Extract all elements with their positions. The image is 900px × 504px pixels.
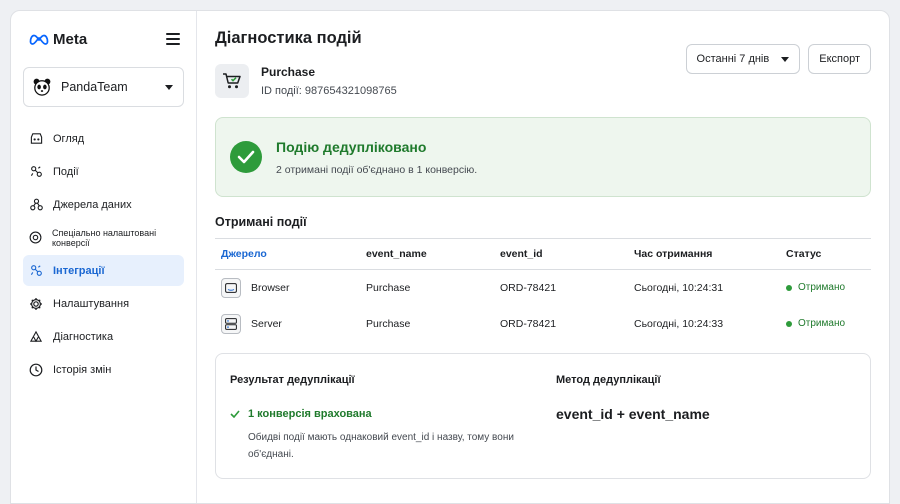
sidebar-item-label: Інтеграції (53, 264, 105, 277)
diagnostics-icon (29, 330, 43, 344)
event-name: Purchase (261, 65, 316, 79)
cell-source: Browser (215, 270, 360, 306)
event-id: ID події: 987654321098765 (261, 85, 397, 97)
cell-status: Отримано (780, 306, 871, 342)
received-events-table: Джерело event_name event_id Час отриманн… (215, 238, 871, 342)
server-icon (221, 313, 241, 334)
cell-event-name: Purchase (366, 317, 411, 330)
overview-icon (29, 132, 43, 146)
table-header-row: Джерело event_name event_id Час отриманн… (215, 238, 871, 270)
chevron-down-icon (781, 56, 790, 62)
success-subtitle: 2 отримані події об'єднано в 1 конверсію… (276, 163, 478, 176)
meta-infinity-icon (29, 34, 49, 45)
check-icon (230, 409, 240, 418)
events-icon (29, 165, 43, 179)
cell-event-name: Purchase (366, 281, 411, 294)
cell-event-id: ORD-78421 (500, 317, 557, 330)
sidebar-item-label: Огляд (53, 132, 85, 145)
dedup-result-description: Обидві події мають однаковий event_id і … (248, 431, 514, 460)
sidebar-item-label: Історія змін (53, 363, 112, 376)
logo-text: Meta (53, 30, 88, 48)
dedup-result-label: Результат дедуплікації (230, 373, 355, 386)
cart-icon (215, 64, 249, 98)
date-range-select[interactable]: Останні 7 днів (685, 44, 801, 74)
dedup-method-section: Метод дедуплікації event_id + event_name (556, 374, 710, 422)
sidebar-item-settings[interactable]: Налаштування (23, 288, 184, 319)
source-label: Browser (251, 281, 290, 294)
date-range-label: Останні 7 днів (696, 53, 770, 65)
sidebar-item-overview[interactable]: Огляд (23, 123, 184, 154)
custom-conversions-icon (29, 231, 42, 245)
cell-time: Сьогодні, 10:24:31 (634, 281, 724, 294)
dedup-result-card: Результат дедуплікації 1 конверсія врахо… (215, 352, 871, 479)
dedup-result-section: Результат дедуплікації 1 конверсія врахо… (230, 374, 528, 463)
column-header-event-name: event_name (360, 238, 494, 270)
cell-source: Server (215, 306, 360, 342)
event-meta: Purchase ID події: 987654321098765 (261, 65, 397, 97)
app-window: Meta PandaTeam Огляд Події Джерела даних… (10, 10, 890, 504)
data-sources-icon (29, 198, 43, 212)
header-controls: Останні 7 днів Експорт (685, 44, 871, 74)
status-dot-icon (786, 284, 792, 291)
dedup-success-banner: Подію дедупліковано 2 отримані події об'… (215, 117, 871, 197)
cell-event-id: ORD-78421 (500, 281, 557, 294)
cell-time: Сьогодні, 10:24:33 (634, 317, 724, 330)
dedup-method-value: event_id + event_name (556, 405, 710, 422)
menu-icon[interactable] (166, 33, 180, 45)
source-label: Server (251, 317, 282, 330)
sidebar-item-label: Спеціально налаштовані конверсії (52, 227, 157, 248)
history-icon (29, 363, 43, 377)
sidebar-item-label: Налаштування (53, 297, 130, 310)
gear-icon (29, 297, 43, 311)
logo-row: Meta (23, 29, 184, 49)
chevron-down-icon (165, 84, 173, 90)
sidebar-item-diagnostics[interactable]: Діагностика (23, 321, 184, 352)
column-header-time: Час отримання (628, 238, 780, 270)
received-events-title: Отримані події (215, 215, 307, 229)
integrations-icon (29, 264, 43, 278)
account-name: PandaTeam (61, 80, 128, 94)
conversion-counted-text: 1 конверсія врахована (248, 407, 372, 420)
success-title: Подію дедупліковано (276, 138, 427, 155)
sidebar-item-history[interactable]: Історія змін (23, 354, 184, 385)
cell-status: Отримано (780, 270, 871, 306)
column-header-event-id: event_id (494, 238, 628, 270)
panda-avatar-icon (33, 78, 51, 96)
sidebar-item-integrations[interactable]: Інтеграції (23, 255, 184, 286)
table-row: Browser Purchase ORD-78421 Сьогодні, 10:… (215, 270, 871, 306)
sidebar-item-data-sources[interactable]: Джерела даних (23, 189, 184, 220)
sidebar-item-custom-conversions[interactable]: Спеціально налаштовані конверсії (23, 222, 184, 253)
sidebar: Meta PandaTeam Огляд Події Джерела даних… (11, 11, 197, 503)
sidebar-item-label: Діагностика (53, 330, 114, 343)
status-badge: Отримано (798, 282, 846, 294)
browser-icon (221, 277, 241, 298)
account-selector[interactable]: PandaTeam (23, 67, 184, 107)
sidebar-item-label: Джерела даних (53, 198, 132, 211)
status-badge: Отримано (798, 318, 846, 329)
export-button[interactable]: Експорт (808, 44, 871, 74)
dedup-method-label: Метод дедуплікації (556, 373, 661, 386)
column-header-status: Статус (780, 238, 871, 270)
meta-logo[interactable]: Meta (29, 31, 87, 48)
sidebar-nav: Огляд Події Джерела даних Спеціально нал… (23, 123, 184, 385)
conversion-counted: 1 конверсія врахована (230, 408, 528, 420)
main-content: Діагностика подій Останні 7 днів Експорт… (197, 11, 889, 503)
sidebar-item-events[interactable]: Події (23, 156, 184, 187)
check-circle-icon (230, 141, 262, 173)
column-header-source[interactable]: Джерело (215, 238, 360, 270)
sidebar-item-label: Події (53, 165, 79, 178)
table-row: Server Purchase ORD-78421 Сьогодні, 10:2… (215, 306, 871, 342)
success-text: Подію дедупліковано 2 отримані події об'… (276, 139, 477, 176)
status-dot-icon (786, 320, 792, 327)
